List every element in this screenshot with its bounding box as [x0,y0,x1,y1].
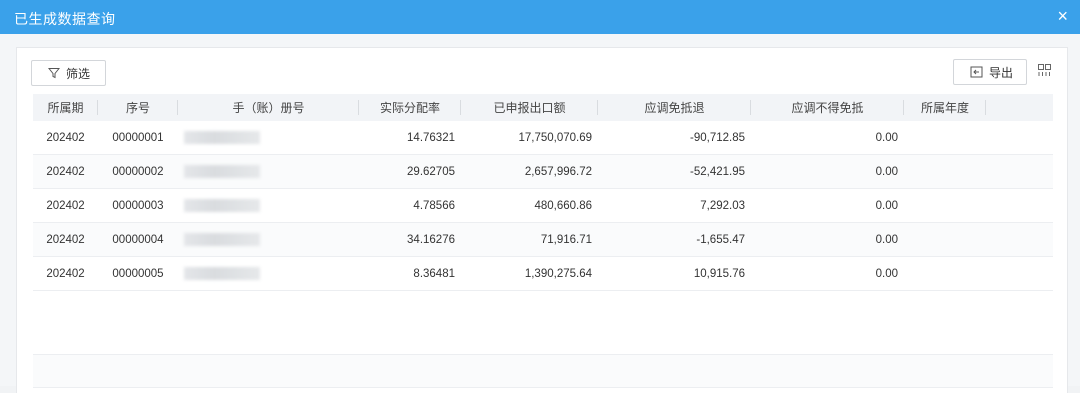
cell-manual-no [178,121,359,155]
cell-period: 202402 [33,154,98,189]
cell-year [904,256,986,291]
column-header-year[interactable]: 所属年度 [904,94,986,121]
column-header-manual-no[interactable]: 手（账）册号 [178,94,359,121]
redacted-value [184,199,260,212]
cell-adjust-refund: -1,655.47 [598,222,751,257]
cell-adjust-non-deductible: 0.00 [751,154,904,189]
column-header-adjust-refund[interactable]: 应调免抵退 [598,94,751,121]
cell-serial: 00000005 [98,256,178,291]
cell-serial: 00000001 [98,121,178,155]
filter-button-label: 筛选 [66,66,91,81]
table-row[interactable]: 202402 00000003 4.78566 480,660.86 7,292… [33,188,1053,223]
cell-year [904,222,986,257]
dialog-titlebar: 已生成数据查询 × [0,0,1080,34]
cell-manual-no [178,256,359,291]
column-header-declared-export[interactable]: 已申报出口额 [461,94,598,121]
cell-adjust-refund: -90,712.85 [598,121,751,155]
cell-adjust-refund: 7,292.03 [598,188,751,223]
cell-serial: 00000004 [98,222,178,257]
result-panel: 筛选 导出 所属期 序号 手（账）册号 实际分配率 已申报出口额 应调免抵退 应… [16,47,1068,393]
cell-year [904,188,986,223]
filter-button[interactable]: 筛选 [31,60,106,86]
cell-declared-export: 17,750,070.69 [461,121,598,155]
cell-adjust-non-deductible: 0.00 [751,256,904,291]
cell-manual-no [178,188,359,223]
cell-year [904,154,986,189]
cell-period: 202402 [33,121,98,155]
cell-adjust-refund: -52,421.95 [598,154,751,189]
cell-declared-export: 1,390,275.64 [461,256,598,291]
column-settings-icon[interactable] [1038,64,1051,77]
cell-allocation-rate: 8.36481 [359,256,461,291]
column-header-serial[interactable]: 序号 [98,94,178,121]
cell-declared-export: 480,660.86 [461,188,598,223]
empty-table-row [33,322,1053,355]
table-row[interactable]: 202402 00000004 34.16276 71,916.71 -1,65… [33,222,1053,257]
cell-manual-no [178,154,359,189]
table-row[interactable]: 202402 00000005 8.36481 1,390,275.64 10,… [33,256,1053,291]
cell-period: 202402 [33,256,98,291]
column-header-adjust-non-deductible[interactable]: 应调不得免抵 [751,94,904,121]
result-table: 所属期 序号 手（账）册号 实际分配率 已申报出口额 应调免抵退 应调不得免抵 … [33,94,1053,291]
redacted-value [184,131,260,144]
redacted-value [184,165,260,178]
cell-period: 202402 [33,222,98,257]
redacted-value [184,267,260,280]
cell-adjust-non-deductible: 0.00 [751,222,904,257]
close-icon[interactable]: × [1057,6,1068,26]
cell-allocation-rate: 4.78566 [359,188,461,223]
generated-data-query-dialog: 已生成数据查询 × 筛选 导出 所属期 序号 手（账）册号 实际分配率 已申报出… [0,0,1080,393]
cell-adjust-non-deductible: 0.00 [751,188,904,223]
column-header-filler [986,94,1053,121]
table-row[interactable]: 202402 00000002 29.62705 2,657,996.72 -5… [33,154,1053,189]
cell-allocation-rate: 34.16276 [359,222,461,257]
empty-table-row [33,355,1053,388]
funnel-icon [47,67,61,79]
cell-declared-export: 2,657,996.72 [461,154,598,189]
export-button[interactable]: 导出 [953,59,1027,85]
cell-adjust-non-deductible: 0.00 [751,121,904,155]
redacted-value [184,233,260,246]
cell-adjust-refund: 10,915.76 [598,256,751,291]
cell-allocation-rate: 29.62705 [359,154,461,189]
column-header-allocation-rate[interactable]: 实际分配率 [359,94,461,121]
column-header-period[interactable]: 所属期 [33,94,98,121]
cell-declared-export: 71,916.71 [461,222,598,257]
cell-manual-no [178,222,359,257]
export-icon [970,66,983,78]
table-header-row: 所属期 序号 手（账）册号 实际分配率 已申报出口额 应调免抵退 应调不得免抵 … [33,94,1053,121]
table-row[interactable]: 202402 00000001 14.76321 17,750,070.69 -… [33,121,1053,155]
export-button-label: 导出 [989,65,1014,80]
cell-allocation-rate: 14.76321 [359,121,461,155]
cell-period: 202402 [33,188,98,223]
dialog-title: 已生成数据查询 [14,11,116,27]
cell-year [904,121,986,155]
cell-serial: 00000002 [98,154,178,189]
cell-serial: 00000003 [98,188,178,223]
